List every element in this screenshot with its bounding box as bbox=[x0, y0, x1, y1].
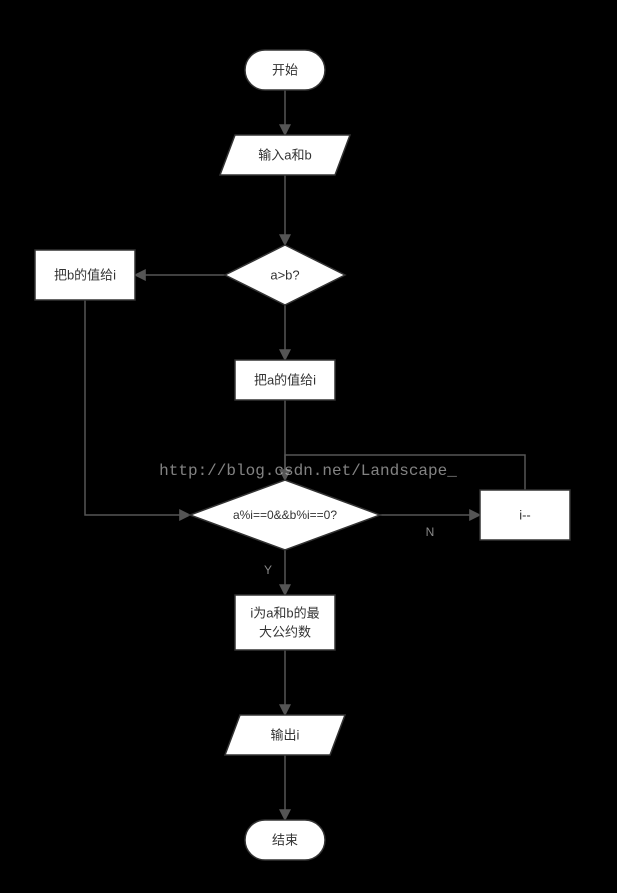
node-assign-a-label: 把a的值给i bbox=[254, 373, 316, 388]
node-gcd-label-2: 大公约数 bbox=[259, 625, 311, 640]
edge-label-N: N bbox=[426, 525, 435, 539]
edge-label-Y: Y bbox=[264, 563, 272, 577]
flowchart-canvas: N Y 开始 输入a和b a>b? 把b的值给i 把a的值给i a%i==0&&… bbox=[0, 0, 617, 893]
node-dec-label: i-- bbox=[519, 508, 531, 523]
watermark-text: http://blog.csdn.net/Landscape_ bbox=[159, 462, 457, 480]
node-end-label: 结束 bbox=[272, 833, 298, 848]
node-assign-b-label: 把b的值给i bbox=[54, 268, 116, 283]
node-mod-label: a%i==0&&b%i==0? bbox=[233, 508, 337, 522]
node-gcd-label-1: i为a和b的最 bbox=[250, 606, 319, 621]
node-start-label: 开始 bbox=[272, 63, 298, 78]
node-cmp-label: a>b? bbox=[270, 268, 299, 283]
edge-assignb-mod bbox=[85, 300, 190, 515]
node-gcd bbox=[235, 595, 335, 650]
node-output-label: 输出i bbox=[271, 728, 300, 743]
node-input-label: 输入a和b bbox=[258, 148, 311, 163]
